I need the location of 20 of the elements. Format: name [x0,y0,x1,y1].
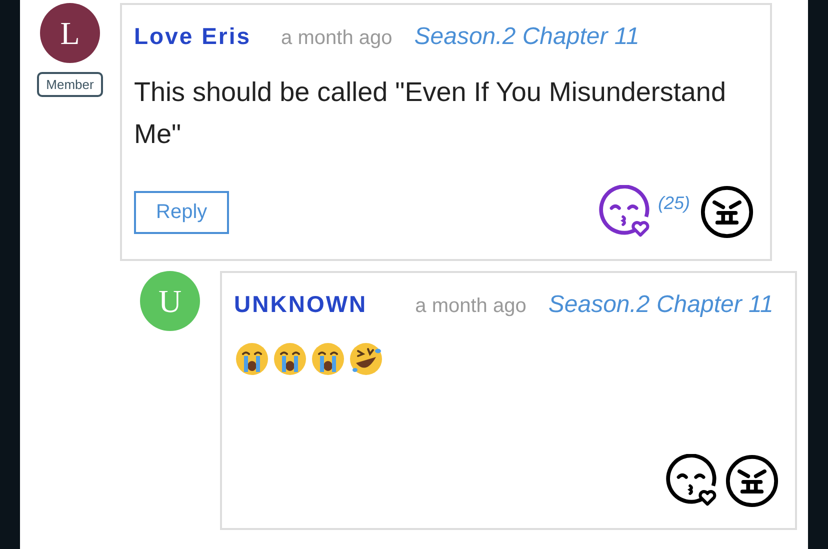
chapter-link[interactable]: Season.2 Chapter 11 [548,291,774,318]
chapter-link[interactable]: Season.2 Chapter 11 [414,23,640,50]
comment-text: This should be called "Even If You Misunderstand Me" [134,76,727,151]
timestamp: a month ago [281,27,392,49]
avatar: L [40,3,100,63]
author-name: UNKNOWN [234,291,368,317]
reaction-count: (25) [658,193,690,214]
kiss-face-icon[interactable] [598,185,652,239]
crying-face-icon [272,341,308,377]
crying-face-icon [310,341,346,377]
avatar: U [140,271,200,331]
angry-face-icon[interactable] [700,185,754,239]
angry-face-icon[interactable] [725,454,779,508]
author-name: Love Eris [134,23,252,49]
timestamp: a month ago [415,295,526,317]
laughing-face-icon [348,341,384,377]
kiss-face-icon[interactable] [665,454,719,508]
member-badge: Member [37,72,103,97]
crying-face-icon [234,341,270,377]
reply-button[interactable]: Reply [134,190,230,234]
